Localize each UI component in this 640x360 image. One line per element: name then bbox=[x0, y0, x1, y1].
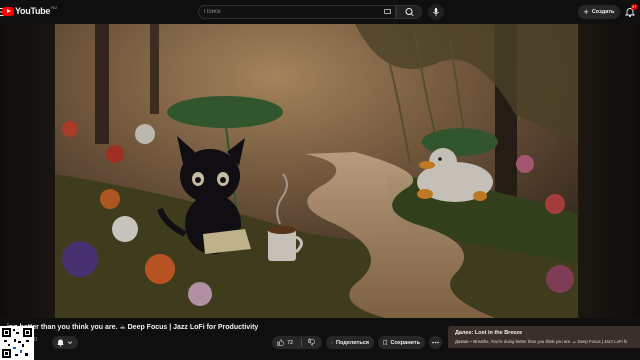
up-next-description: Джеми ~ Breathe, You're doing better tha… bbox=[455, 339, 628, 344]
channel-meta: 0 bbox=[34, 337, 37, 343]
create-label: Создать bbox=[591, 9, 615, 15]
search-box bbox=[198, 5, 396, 19]
plus-icon: + bbox=[583, 6, 589, 17]
up-next-title: Далее: Lost in the Breeze bbox=[455, 330, 523, 336]
share-label: Поделиться bbox=[335, 339, 369, 346]
youtube-logo-icon bbox=[2, 6, 14, 16]
logo-text: YouTube bbox=[15, 6, 51, 16]
search-input[interactable] bbox=[199, 6, 384, 18]
save-icon bbox=[383, 339, 388, 346]
search-button[interactable] bbox=[396, 5, 422, 19]
more-actions-button[interactable] bbox=[429, 336, 442, 349]
like-icon bbox=[277, 339, 284, 346]
save-button[interactable]: Сохранить bbox=[378, 336, 425, 349]
notifications-badge: 9+ bbox=[631, 4, 638, 10]
video-frame-illustration bbox=[55, 24, 578, 318]
like-count: 72 bbox=[287, 339, 294, 346]
player-backdrop-left bbox=[0, 24, 55, 318]
logo-region: RU bbox=[51, 4, 57, 10]
voice-search-button[interactable] bbox=[428, 4, 444, 20]
dislike-button[interactable] bbox=[303, 336, 322, 349]
dislike-icon bbox=[308, 338, 315, 346]
create-button[interactable]: + Создать bbox=[578, 5, 620, 19]
like-divider bbox=[301, 339, 302, 346]
up-next-panel[interactable]: Далее: Lost in the Breeze Джеми ~ Breath… bbox=[448, 326, 640, 348]
more-icon bbox=[432, 341, 439, 344]
subscription-bell-button[interactable] bbox=[52, 336, 78, 349]
qr-code bbox=[0, 326, 34, 360]
youtube-logo[interactable]: YouTube RU bbox=[2, 4, 57, 16]
save-label: Сохранить bbox=[390, 339, 420, 346]
search-icon bbox=[405, 8, 414, 17]
share-icon bbox=[331, 341, 333, 344]
video-title: …ing better than you think you are. ☕ De… bbox=[0, 324, 259, 331]
chevron-down-icon bbox=[67, 341, 73, 345]
player-backdrop-right bbox=[578, 24, 640, 318]
video-player[interactable] bbox=[55, 24, 578, 318]
top-bar: YouTube RU + Создать 9+ bbox=[0, 0, 640, 24]
share-button[interactable]: Поделиться bbox=[326, 336, 374, 349]
like-button[interactable]: 72 bbox=[272, 336, 300, 349]
keyboard-icon[interactable] bbox=[384, 9, 391, 14]
like-dislike-group: 72 bbox=[272, 336, 322, 349]
mic-icon bbox=[433, 8, 439, 16]
